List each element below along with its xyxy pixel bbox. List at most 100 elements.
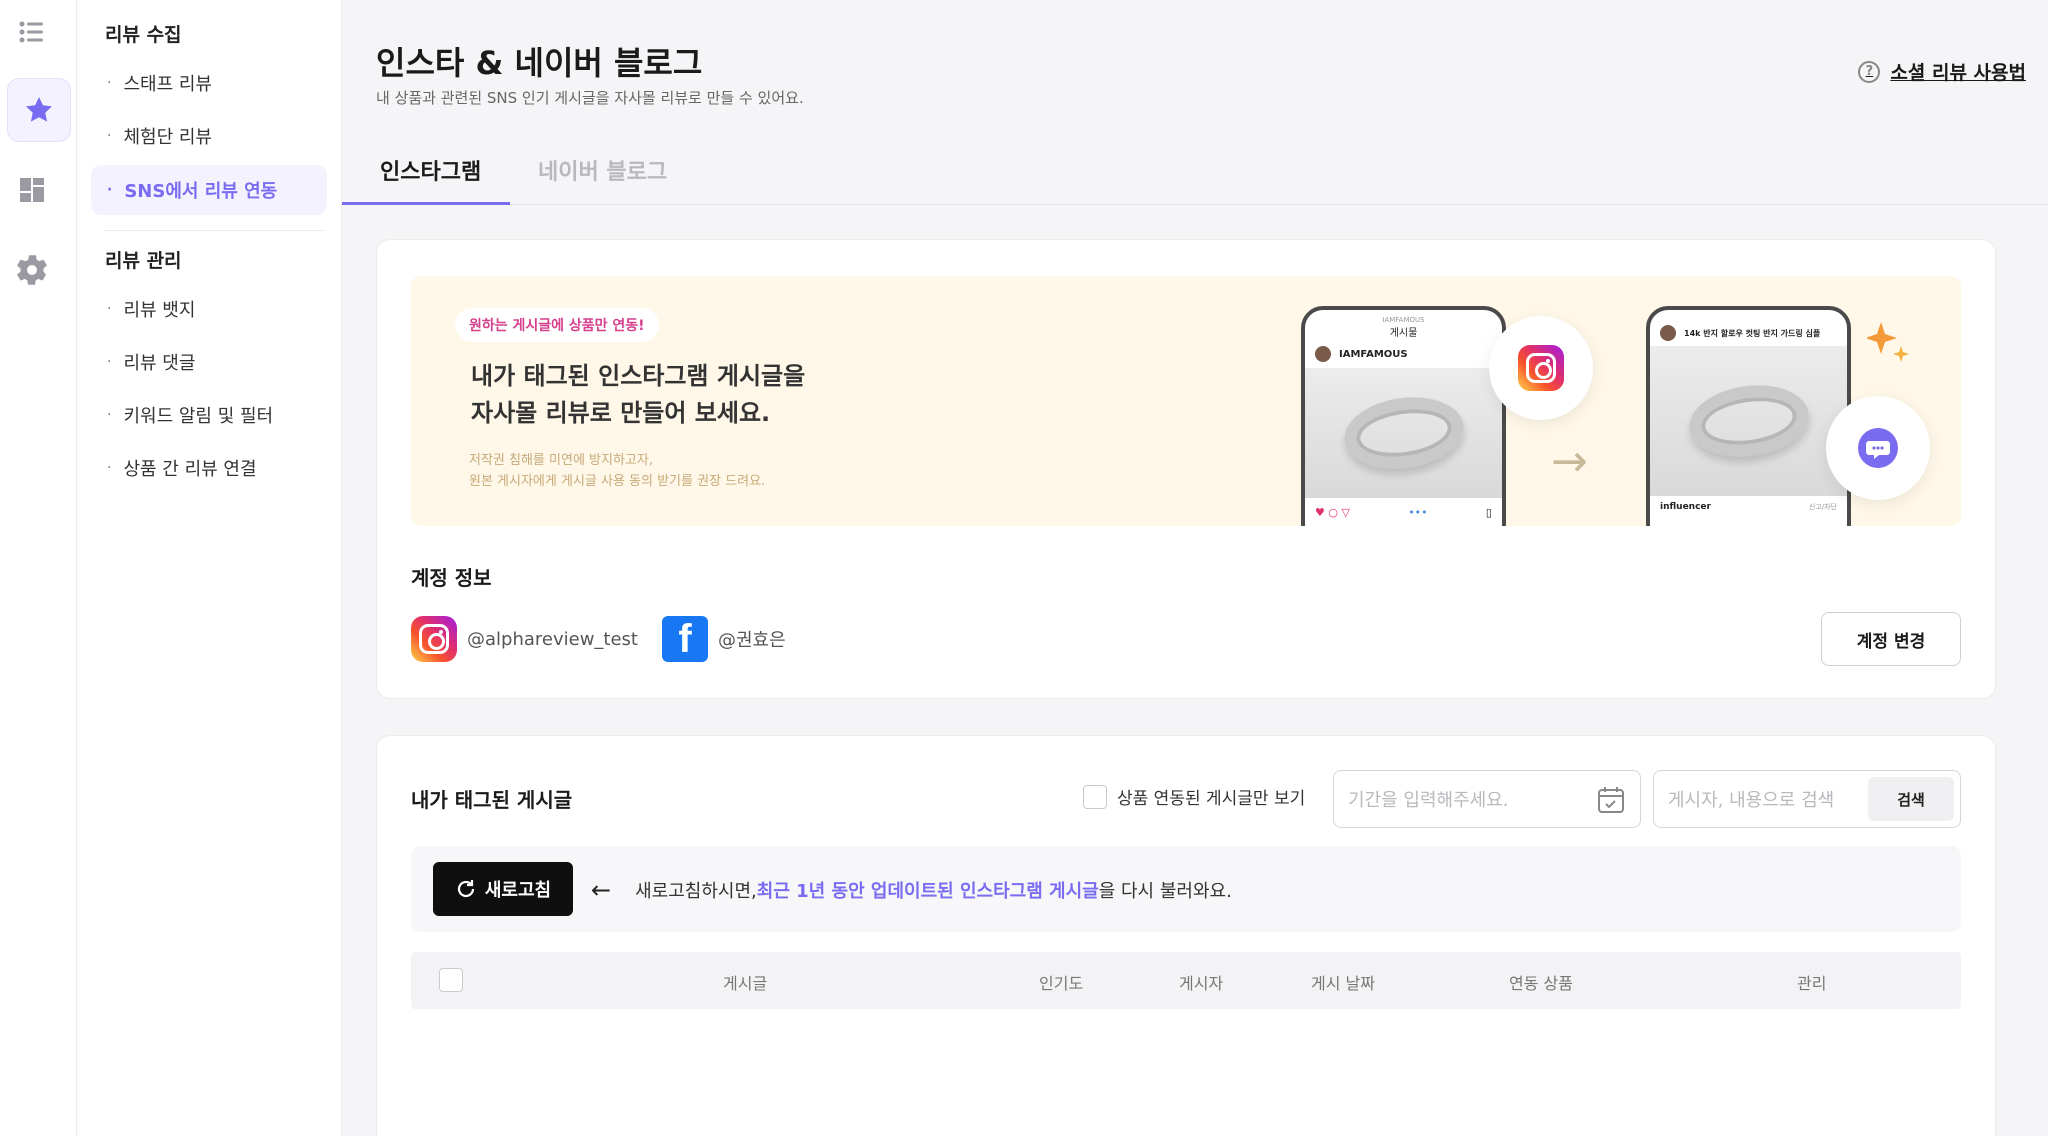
sparkle-icon bbox=[1867, 322, 1909, 362]
sidebar-item-link-reviews[interactable]: · 상품 간 리뷰 연결 bbox=[91, 443, 327, 493]
column-header-manage[interactable]: 관리 bbox=[1797, 970, 1826, 994]
instagram-icon bbox=[411, 616, 457, 662]
rail-settings-button[interactable] bbox=[0, 238, 64, 302]
page-title: 인스타 & 네이버 블로그 bbox=[376, 44, 703, 82]
help-link[interactable]: ? 소셜 리뷰 사용법 bbox=[1858, 58, 2026, 85]
column-header-author[interactable]: 게시자 bbox=[1179, 970, 1223, 994]
facebook-account: f @권효은 bbox=[662, 616, 786, 662]
sidebar-item-staff-review[interactable]: · 스태프 리뷰 bbox=[91, 58, 327, 108]
phone-review-user: influencer bbox=[1660, 502, 1711, 512]
linked-only-label: 상품 연동된 게시글만 보기 bbox=[1117, 789, 1306, 809]
sidebar-item-label: SNS에서 리뷰 연동 bbox=[124, 181, 278, 202]
chat-badge bbox=[1826, 396, 1930, 500]
tab-instagram[interactable]: 인스타그램 bbox=[380, 154, 481, 186]
phone-actions: ♥ ○ ▽ ••• ▯ bbox=[1315, 506, 1492, 519]
arrow-right-icon: → bbox=[1551, 436, 1588, 487]
sidebar: 리뷰 수집 · 스태프 리뷰 · 체험단 리뷰 · SNS에서 리뷰 연동 리뷰… bbox=[77, 0, 342, 1136]
list-icon bbox=[19, 21, 43, 43]
ring-photo bbox=[1305, 368, 1502, 498]
bullet-icon: · bbox=[107, 182, 113, 198]
phone-review-tag: 신고/차단 bbox=[1808, 503, 1837, 511]
refresh-note-pre: 새로고침하시면, bbox=[635, 881, 757, 902]
phone-username: IAMFAMOUS bbox=[1339, 348, 1408, 360]
date-range-placeholder: 기간을 입력해주세요. bbox=[1348, 790, 1509, 811]
sidebar-item-label: 리뷰 뱃지 bbox=[123, 300, 196, 321]
linked-only-checkbox[interactable] bbox=[1083, 784, 1107, 809]
column-header-popularity[interactable]: 인기도 bbox=[1039, 970, 1083, 994]
phone-mockup-review: 14k 반지 할로우 컷팅 반지 가드링 심플 influencer 신고/차단 bbox=[1646, 306, 1851, 526]
account-card: 원하는 게시글에 상품만 연동! 내가 태그된 인스타그램 게시글을 자사몰 리… bbox=[376, 239, 1996, 699]
refresh-bar: 새로고침 ← 새로고침하시면, 최근 1년 동안 업데이트된 인스타그램 게시글… bbox=[411, 846, 1961, 932]
sidebar-item-trial-review[interactable]: · 체험단 리뷰 bbox=[91, 111, 327, 161]
arrow-left-icon: ← bbox=[591, 876, 612, 904]
bullet-icon: · bbox=[107, 75, 112, 91]
linked-only-filter[interactable]: 상품 연동된 게시글만 보기 bbox=[1083, 784, 1305, 809]
facebook-icon: f bbox=[662, 616, 708, 662]
search-button[interactable]: 검색 bbox=[1868, 777, 1954, 821]
tab-naver-blog[interactable]: 네이버 블로그 bbox=[538, 154, 667, 186]
refresh-note: ← 새로고침하시면, 최근 1년 동안 업데이트된 인스타그램 게시글 을 다시… bbox=[591, 876, 1232, 904]
account-heading: 계정 정보 bbox=[411, 566, 492, 590]
rail-dashboard-button[interactable] bbox=[0, 158, 64, 222]
bullet-icon: · bbox=[107, 407, 112, 423]
phone-user: IAMFAMOUS bbox=[1305, 346, 1502, 362]
posts-table-header: 게시글 인기도 게시자 게시 날짜 연동 상품 관리 bbox=[411, 952, 1961, 1009]
sidebar-section-manage: 리뷰 관리 bbox=[105, 250, 182, 272]
facebook-handle: @권효은 bbox=[718, 630, 786, 651]
column-header-post[interactable]: 게시글 bbox=[723, 970, 767, 994]
refresh-note-post: 을 다시 불러와요. bbox=[1098, 881, 1232, 902]
promo-banner: 원하는 게시글에 상품만 연동! 내가 태그된 인스타그램 게시글을 자사몰 리… bbox=[411, 276, 1961, 526]
bullet-icon: · bbox=[107, 128, 112, 144]
refresh-icon bbox=[457, 880, 474, 898]
banner-headline-line2: 자사몰 리뷰로 만들어 보세요. bbox=[471, 399, 771, 427]
carousel-dots-icon: ••• bbox=[1408, 506, 1428, 519]
rail-menu-button[interactable] bbox=[0, 0, 64, 64]
chat-icon bbox=[1858, 428, 1898, 468]
banner-headline-line1: 내가 태그된 인스타그램 게시글을 bbox=[471, 362, 806, 390]
sidebar-divider bbox=[105, 230, 325, 231]
gear-icon bbox=[17, 255, 47, 285]
rail-review-button[interactable] bbox=[7, 78, 71, 142]
date-range-input[interactable]: 기간을 입력해주세요. bbox=[1333, 770, 1641, 828]
select-all-checkbox[interactable] bbox=[439, 968, 463, 992]
question-icon: ? bbox=[1858, 60, 1881, 83]
column-header-linked-product[interactable]: 연동 상품 bbox=[1509, 970, 1573, 994]
banner-note-line2: 원본 게시자에게 게시글 사용 동의 받기를 권장 드려요. bbox=[469, 474, 766, 489]
tab-bar: 인스타그램 네이버 블로그 bbox=[342, 140, 2048, 205]
sidebar-item-badge[interactable]: · 리뷰 뱃지 bbox=[91, 284, 327, 334]
bullet-icon: · bbox=[107, 354, 112, 370]
refresh-button[interactable]: 새로고침 bbox=[433, 862, 573, 916]
tab-active-indicator bbox=[342, 202, 510, 205]
ring-image bbox=[1684, 377, 1813, 465]
phone-top: IAMFAMOUS 게시물 bbox=[1305, 310, 1502, 346]
ring-image bbox=[1339, 389, 1468, 477]
calendar-icon[interactable] bbox=[1596, 785, 1626, 815]
icon-rail bbox=[0, 0, 77, 1136]
banner-note-line1: 저작권 침해를 미연에 방지하고자, bbox=[469, 453, 653, 468]
sidebar-item-keyword[interactable]: · 키워드 알림 및 필터 bbox=[91, 390, 327, 440]
ring-photo bbox=[1650, 346, 1847, 496]
bookmark-icon: ▯ bbox=[1485, 506, 1492, 519]
search-placeholder: 게시자, 내용으로 검색 bbox=[1668, 790, 1835, 811]
sidebar-item-comment[interactable]: · 리뷰 댓글 bbox=[91, 337, 327, 387]
phone-review-title: 14k 반지 할로우 컷팅 반지 가드링 심플 bbox=[1684, 328, 1821, 338]
bullet-icon: · bbox=[107, 460, 112, 476]
change-account-button[interactable]: 계정 변경 bbox=[1821, 612, 1961, 666]
page-subtitle: 내 상품과 관련된 SNS 인기 게시글을 자사몰 리뷰로 만들 수 있어요. bbox=[376, 89, 804, 107]
instagram-icon bbox=[1518, 345, 1564, 391]
help-link-label: 소셜 리뷰 사용법 bbox=[1890, 62, 2026, 84]
sidebar-item-label: 스태프 리뷰 bbox=[123, 74, 212, 95]
column-header-date[interactable]: 게시 날짜 bbox=[1311, 970, 1375, 994]
posts-card: 내가 태그된 게시글 상품 연동된 게시글만 보기 기간을 입력해주세요. 게시… bbox=[376, 735, 1996, 1136]
banner-note: 저작권 침해를 미연에 방지하고자, 원본 게시자에게 게시글 사용 동의 받기… bbox=[469, 450, 765, 492]
phone-review-header: 14k 반지 할로우 컷팅 반지 가드링 심플 bbox=[1650, 310, 1847, 346]
phone-review-footer: influencer 신고/차단 bbox=[1660, 502, 1837, 512]
sidebar-item-label: 상품 간 리뷰 연결 bbox=[123, 459, 257, 480]
sidebar-item-sns-review[interactable]: · SNS에서 리뷰 연동 bbox=[91, 165, 327, 215]
refresh-button-label: 새로고침 bbox=[484, 880, 552, 901]
sidebar-item-label: 리뷰 댓글 bbox=[123, 353, 196, 374]
search-input[interactable]: 게시자, 내용으로 검색 검색 bbox=[1653, 770, 1961, 828]
dashboard-icon bbox=[20, 178, 44, 202]
banner-headline: 내가 태그된 인스타그램 게시글을 자사몰 리뷰로 만들어 보세요. bbox=[471, 358, 805, 432]
star-icon bbox=[26, 97, 52, 122]
